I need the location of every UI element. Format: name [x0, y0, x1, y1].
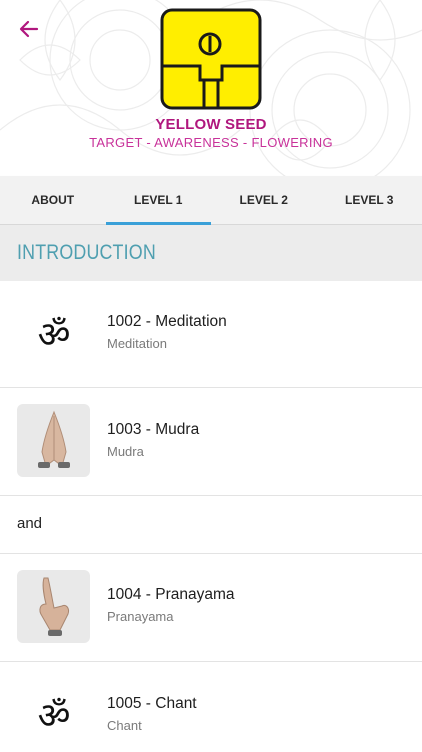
hand-mudra-icon [24, 574, 84, 640]
hand-mudra-photo [17, 570, 90, 643]
lesson-list: ॐ 1002 - Meditation Meditation 1003 - Mu… [0, 281, 422, 752]
tab-label: LEVEL 3 [345, 193, 393, 207]
praying-hands-photo [17, 404, 90, 477]
list-item[interactable]: ॐ 1005 - Chant Chant [0, 662, 422, 752]
tab-label: LEVEL 2 [240, 193, 288, 207]
section-header: INTRODUCTION [0, 225, 422, 281]
list-item[interactable]: ॐ 1002 - Meditation Meditation [0, 281, 422, 388]
seed-subtitle: TARGET - AWARENESS - FLOWERING [0, 135, 422, 150]
item-subtitle: Pranayama [107, 609, 235, 624]
separator-text: and [17, 515, 42, 532]
tab-label: LEVEL 1 [134, 193, 182, 207]
list-item[interactable]: 1003 - Mudra Mudra [0, 388, 422, 496]
praying-hands-icon [24, 408, 84, 474]
item-title: 1002 - Meditation [107, 313, 227, 331]
seed-header: YELLOW SEED TARGET - AWARENESS - FLOWERI… [0, 0, 422, 176]
yellow-seed-glyph-icon [160, 8, 262, 110]
item-title: 1003 - Mudra [107, 421, 199, 439]
om-icon: ॐ [17, 297, 90, 370]
tab-about[interactable]: ABOUT [0, 176, 106, 224]
separator-text-row: and [0, 496, 422, 554]
om-glyph: ॐ [32, 314, 76, 354]
seed-title: YELLOW SEED [0, 116, 422, 133]
om-glyph: ॐ [32, 695, 76, 735]
list-item[interactable]: 1004 - Pranayama Pranayama [0, 554, 422, 662]
om-icon: ॐ [17, 678, 90, 751]
item-subtitle: Chant [107, 718, 197, 733]
svg-text:ॐ: ॐ [37, 315, 70, 354]
item-subtitle: Mudra [107, 444, 199, 459]
item-subtitle: Meditation [107, 336, 227, 351]
item-title: 1005 - Chant [107, 695, 197, 713]
tab-level-3[interactable]: LEVEL 3 [317, 176, 422, 224]
tab-level-1[interactable]: LEVEL 1 [106, 176, 212, 224]
svg-text:ॐ: ॐ [37, 696, 70, 735]
level-tabs: ABOUT LEVEL 1 LEVEL 2 LEVEL 3 [0, 176, 422, 225]
tab-level-2[interactable]: LEVEL 2 [211, 176, 317, 224]
item-title: 1004 - Pranayama [107, 586, 235, 604]
back-button[interactable] [14, 14, 44, 44]
arrow-left-icon [19, 20, 39, 38]
tab-label: ABOUT [31, 193, 74, 207]
section-title: INTRODUCTION [17, 241, 156, 265]
